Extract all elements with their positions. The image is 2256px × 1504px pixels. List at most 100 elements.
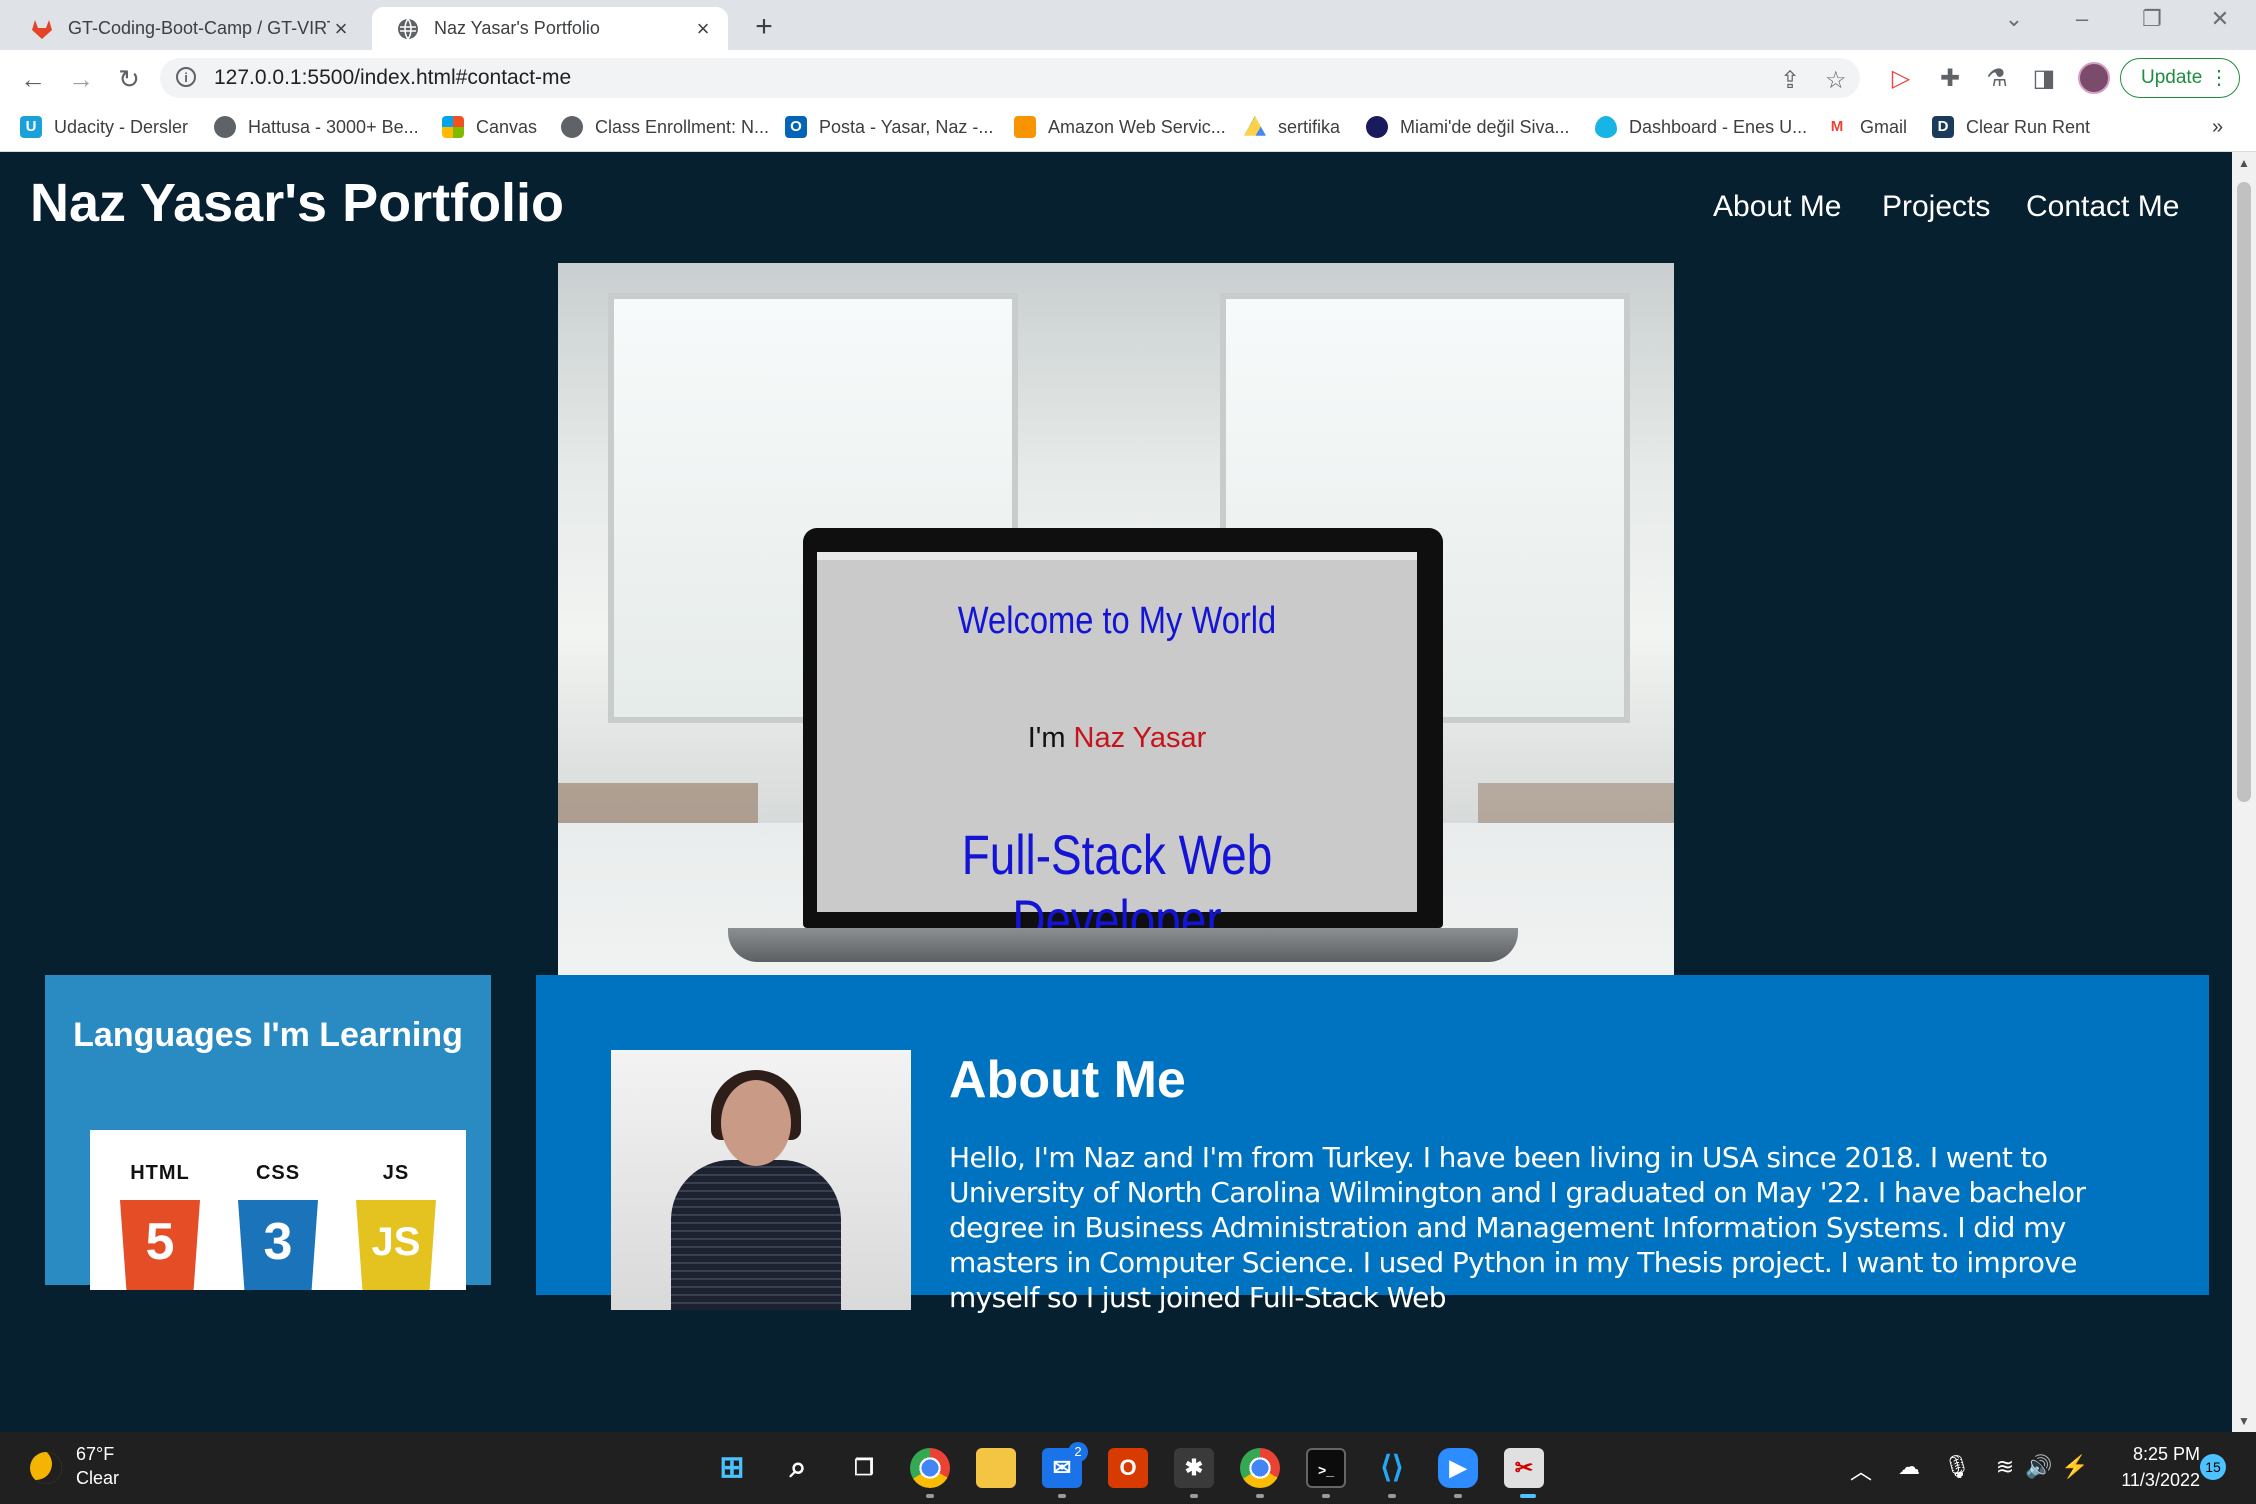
laptop-base bbox=[728, 928, 1518, 962]
weather-description[interactable]: Clear bbox=[76, 1468, 119, 1489]
microsoft-icon bbox=[442, 116, 464, 138]
reload-button[interactable]: ↻ bbox=[112, 62, 146, 96]
javascript-icon: JS JS bbox=[356, 1162, 436, 1290]
photo-person-face bbox=[721, 1080, 791, 1166]
browser-toolbar: ← → ↻ i 127.0.0.1:5500/index.html#contac… bbox=[0, 50, 2256, 106]
running-indicator bbox=[1322, 1494, 1330, 1498]
badge-number: JS bbox=[371, 1220, 421, 1264]
vscode-icon[interactable]: ⟨⟩ bbox=[1372, 1448, 1412, 1488]
page-scrollbar[interactable]: ▲ ▼ bbox=[2232, 152, 2256, 1432]
labs-flask-icon[interactable]: ⚗ bbox=[1982, 64, 2012, 93]
snipping-tool-icon[interactable]: ✂ bbox=[1504, 1448, 1544, 1488]
scroll-up-arrow[interactable]: ▲ bbox=[2232, 156, 2256, 170]
profile-photo bbox=[611, 1050, 911, 1310]
battery-icon[interactable]: ⚡ bbox=[2060, 1454, 2090, 1480]
nav-about-me[interactable]: About Me bbox=[1713, 190, 1841, 224]
bookmark-sertifika[interactable]: sertifika bbox=[1244, 116, 1340, 138]
bookmark-clear-run-rent[interactable]: D Clear Run Rent bbox=[1932, 116, 2090, 138]
bookmark-label: Miami'de değil Siva... bbox=[1400, 116, 1570, 137]
wifi-icon[interactable]: ≋ bbox=[1990, 1454, 2020, 1480]
hero-im: I'm bbox=[1027, 722, 1066, 754]
office-icon[interactable]: O bbox=[1108, 1448, 1148, 1488]
about-heading: About Me bbox=[949, 1051, 1186, 1109]
hero-image: Welcome to My World I'm Naz Yasar Full-S… bbox=[558, 263, 1674, 1089]
tab-title: Naz Yasar's Portfolio bbox=[434, 18, 600, 38]
address-bar[interactable]: i 127.0.0.1:5500/index.html#contact-me ⇪… bbox=[160, 58, 1860, 98]
bookmark-dashboard[interactable]: Dashboard - Enes U... bbox=[1595, 116, 1807, 138]
scroll-down-arrow[interactable]: ▼ bbox=[2232, 1414, 2256, 1428]
tab-search-icon[interactable]: ⌄ bbox=[1994, 6, 2034, 32]
bookmark-class-enrollment[interactable]: Class Enrollment: N... bbox=[561, 116, 769, 138]
update-button[interactable]: Update ⋮ bbox=[2120, 58, 2240, 98]
extension-icon[interactable]: ▷ bbox=[1886, 64, 1916, 93]
chrome-dev-icon[interactable] bbox=[1240, 1448, 1280, 1488]
bookmark-label: Gmail bbox=[1860, 116, 1908, 137]
restore-button[interactable]: ❐ bbox=[2132, 6, 2172, 32]
close-tab-icon[interactable]: × bbox=[692, 17, 714, 40]
bookmark-star-icon[interactable]: ☆ bbox=[1825, 66, 1847, 95]
close-tab-icon[interactable]: × bbox=[330, 17, 352, 40]
screen-menubar bbox=[817, 552, 1417, 560]
about-text: Hello, I'm Naz and I'm from Turkey. I ha… bbox=[949, 1141, 2086, 1314]
clock-time[interactable]: 8:25 PM bbox=[2120, 1444, 2200, 1465]
start-icon[interactable]: ⊞ bbox=[712, 1448, 752, 1488]
languages-image: HTML 5 CSS 3 JS JS bbox=[90, 1130, 466, 1290]
clock-date[interactable]: 11/3/2022 bbox=[2110, 1470, 2200, 1491]
bookmark-gmail[interactable]: M Gmail bbox=[1826, 116, 1907, 138]
close-window-button[interactable]: ✕ bbox=[2200, 6, 2240, 32]
tab-gitlab[interactable]: GT-Coding-Boot-Camp / GT-VIRT × bbox=[6, 7, 366, 50]
running-indicator bbox=[1520, 1494, 1536, 1498]
profile-avatar[interactable] bbox=[2078, 62, 2110, 94]
extensions-puzzle-icon[interactable]: ✚ bbox=[1935, 64, 1965, 93]
running-indicator bbox=[1190, 1494, 1198, 1498]
menu-dots-icon[interactable]: ⋮ bbox=[2209, 59, 2229, 97]
microphone-icon[interactable]: 🎙 bbox=[1942, 1454, 1972, 1480]
hero-intro-text: I'm Naz Yasar bbox=[817, 722, 1417, 755]
moon-icon[interactable] bbox=[30, 1452, 62, 1484]
bookmark-hattusa[interactable]: Hattusa - 3000+ Be... bbox=[214, 116, 419, 138]
share-icon[interactable]: ⇪ bbox=[1780, 66, 1800, 95]
bookmark-label: Hattusa - 3000+ Be... bbox=[248, 116, 419, 137]
terminal-icon[interactable]: >_ bbox=[1306, 1448, 1346, 1488]
bookmark-label: Clear Run Rent bbox=[1966, 116, 2091, 137]
zoom-icon[interactable]: ▶ bbox=[1438, 1448, 1478, 1488]
chrome-icon[interactable] bbox=[910, 1448, 950, 1488]
running-indicator bbox=[1388, 1494, 1396, 1498]
globe-icon bbox=[398, 18, 418, 39]
bookmark-label: sertifika bbox=[1278, 116, 1341, 137]
bookmark-label: Class Enrollment: N... bbox=[595, 116, 770, 137]
laptop-graphic: Welcome to My World I'm Naz Yasar Full-S… bbox=[728, 528, 1518, 962]
badge-label: CSS bbox=[255, 1162, 301, 1184]
bookmark-udacity[interactable]: U Udacity - Dersler bbox=[20, 116, 188, 138]
bookmark-label: Posta - Yasar, Naz -... bbox=[819, 116, 994, 137]
tab-portfolio[interactable]: Naz Yasar's Portfolio × bbox=[372, 7, 728, 50]
minimize-button[interactable]: – bbox=[2062, 6, 2102, 32]
onedrive-icon[interactable]: ☁ bbox=[1894, 1454, 1924, 1480]
search-icon[interactable]: ⌕ bbox=[778, 1448, 818, 1488]
volume-icon[interactable]: 🔊 bbox=[2024, 1454, 2054, 1480]
bookmark-outlook[interactable]: O Posta - Yasar, Naz -... bbox=[785, 116, 993, 138]
bookmark-label: Amazon Web Servic... bbox=[1048, 116, 1226, 137]
task-view-icon[interactable]: ❐ bbox=[844, 1448, 884, 1488]
forward-button[interactable]: → bbox=[64, 62, 98, 96]
back-button[interactable]: ← bbox=[16, 62, 50, 96]
site-info-icon[interactable]: i bbox=[176, 67, 196, 87]
bookmark-label: Udacity - Dersler bbox=[54, 116, 189, 137]
bookmark-canvas[interactable]: Canvas bbox=[442, 116, 537, 138]
side-panel-icon[interactable]: ◨ bbox=[2029, 64, 2059, 93]
weather-temperature[interactable]: 67°F bbox=[76, 1444, 114, 1465]
nav-contact-me[interactable]: Contact Me bbox=[2026, 190, 2179, 224]
badge-label: HTML bbox=[130, 1162, 190, 1184]
badge-shield: 5 bbox=[120, 1200, 200, 1290]
globe-icon bbox=[214, 116, 236, 138]
new-tab-button[interactable]: + bbox=[748, 10, 780, 44]
more-bookmarks-icon[interactable]: » bbox=[2212, 116, 2223, 139]
notification-badge[interactable]: 15 bbox=[2200, 1454, 2226, 1480]
scrollbar-thumb[interactable] bbox=[2237, 182, 2251, 802]
bookmark-aws[interactable]: Amazon Web Servic... bbox=[1014, 116, 1226, 138]
bookmark-miami[interactable]: Miami'de değil Siva... bbox=[1366, 116, 1570, 138]
tray-overflow-icon[interactable]: ︿ bbox=[1846, 1454, 1876, 1486]
nav-projects[interactable]: Projects bbox=[1882, 190, 1990, 224]
slack-icon[interactable]: ✱ bbox=[1174, 1448, 1214, 1488]
file-explorer-icon[interactable] bbox=[976, 1448, 1016, 1488]
